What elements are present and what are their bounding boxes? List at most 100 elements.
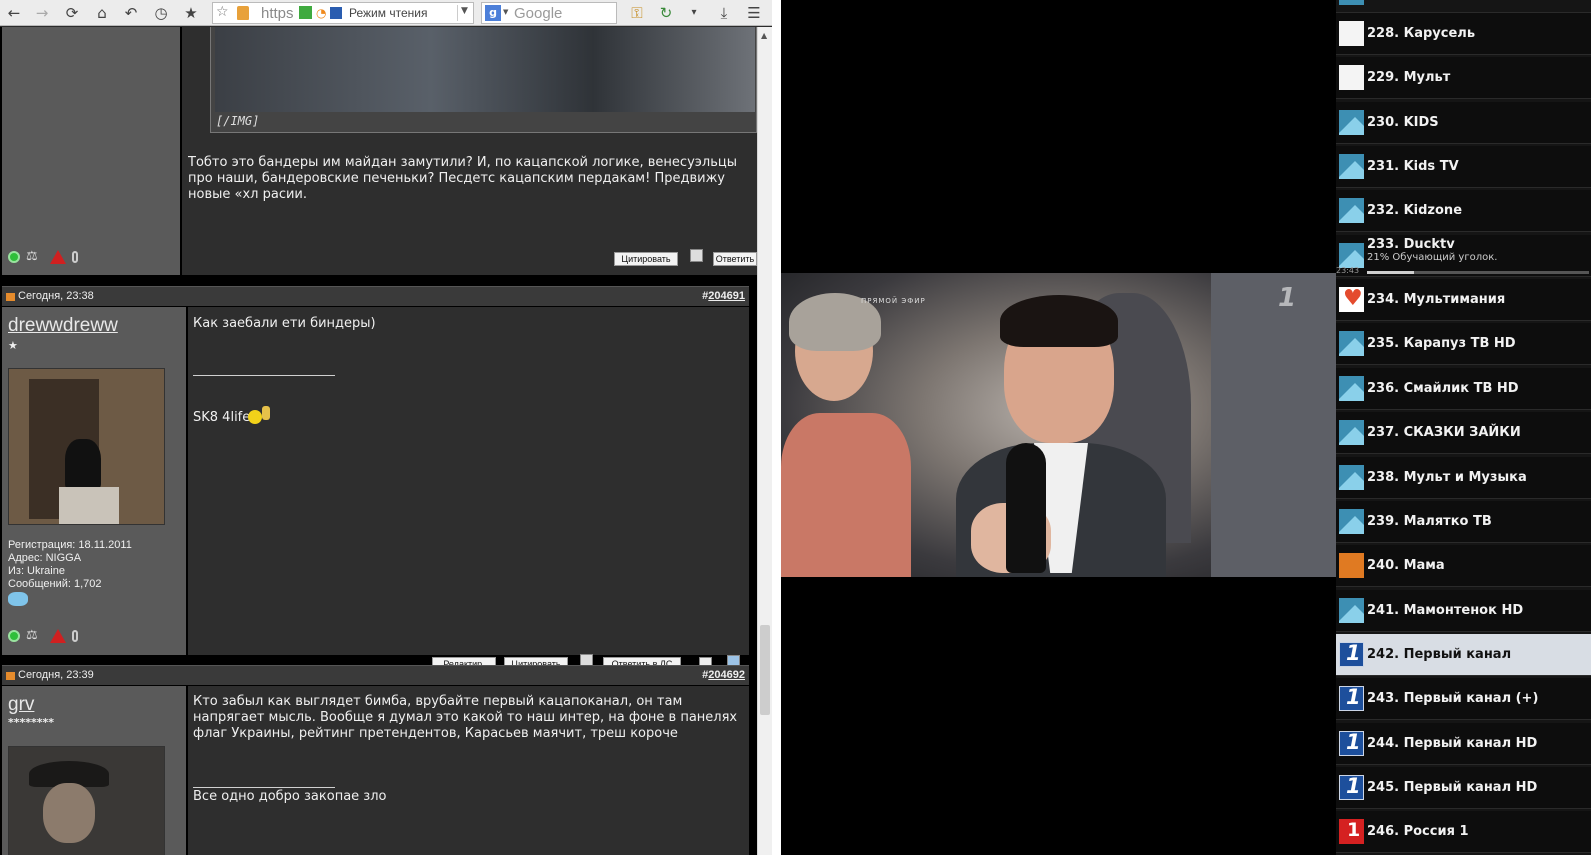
attachment-icon: [72, 630, 78, 642]
reputation-icon[interactable]: ⚖: [26, 250, 44, 264]
user-panel: drewwdreww ★ Регистрация: 18.11.2011 Адр…: [2, 307, 186, 655]
channel-item[interactable]: 234. Мультимания: [1336, 279, 1591, 322]
channel-name: 245. Первый канал HD: [1367, 779, 1538, 795]
channel-logo-icon: [1339, 553, 1364, 579]
reload-icon[interactable]: ⟳: [61, 3, 83, 23]
channel-item[interactable]: 243. Первый канал (+): [1336, 678, 1591, 721]
signature-text: SK8 4life: [193, 410, 251, 425]
history-icon[interactable]: ◷: [150, 3, 172, 23]
avatar[interactable]: [8, 368, 165, 525]
avatar[interactable]: [8, 746, 165, 855]
program-progress-fill: [1367, 270, 1414, 274]
download-icon[interactable]: ⤓: [713, 3, 735, 23]
channel-item[interactable]: 238. Мульт и Музыка: [1336, 456, 1591, 499]
scrollbar-thumb[interactable]: [760, 625, 770, 715]
background-person: [1211, 273, 1336, 577]
channel-item[interactable]: 230. KIDS: [1336, 101, 1591, 144]
post-header: Сегодня, 23:38 #204691: [2, 286, 749, 306]
signature-divider: [193, 787, 335, 788]
address-bar[interactable]: ☆ https ◔ Режим чтения ▼: [212, 2, 474, 24]
post-text: Кто забыл как выглядет бимба, врубайте п…: [193, 694, 738, 741]
back-icon[interactable]: ←: [3, 3, 25, 23]
menu-dropdown-icon[interactable]: ▾: [683, 3, 705, 23]
sync-icon[interactable]: ↻: [655, 3, 677, 23]
channel-item[interactable]: 228. Карусель: [1336, 13, 1591, 55]
addon-icon[interactable]: [299, 6, 312, 19]
reader-mode-label[interactable]: Режим чтения: [349, 6, 427, 20]
rock-hand-icon: [262, 406, 270, 420]
user-rank-stars: ********: [8, 716, 55, 729]
channel-one-logo-icon: 1: [1278, 283, 1297, 313]
search-engine-dropdown-icon[interactable]: ▼: [503, 8, 508, 16]
skype-icon[interactable]: [8, 592, 28, 606]
channel-name: 244. Первый канал HD: [1367, 735, 1538, 751]
tv-player[interactable]: ПРЯМОЙ ЭФИР 1: [781, 0, 1336, 855]
channel-item[interactable]: 236. Смайлик ТВ HD: [1336, 367, 1591, 410]
post-body: Как заебали ети биндеры) SK8 4life: [188, 307, 749, 655]
channel-item[interactable]: 244. Первый канал HD: [1336, 722, 1591, 765]
username[interactable]: drewwdreww: [8, 315, 118, 337]
channel-item[interactable]: 239. Малятко ТВ: [1336, 500, 1591, 543]
channel-name: 228. Карусель: [1367, 26, 1476, 41]
screen: ← → ⟳ ⌂ ↶ ◷ ★ ☆ https ◔ Режим чтения ▼ g…: [0, 0, 1591, 855]
user-info: Регистрация: 18.11.2011 Адрес: NIGGA Из:…: [8, 539, 132, 591]
post-number[interactable]: #204691: [702, 290, 745, 302]
channel-item[interactable]: 237. СКАЗКИ ЗАЙКИ: [1336, 412, 1591, 455]
report-icon[interactable]: [50, 629, 66, 643]
report-icon[interactable]: [50, 250, 66, 264]
program-progress-bar: [1367, 270, 1589, 274]
channel-item[interactable]: 246. Россия 1: [1336, 811, 1591, 854]
post-status-icon: [6, 672, 15, 680]
channel-name: 246. Россия 1: [1367, 824, 1469, 840]
channel-name: 234. Мультимания: [1367, 292, 1506, 308]
channel-item[interactable]: 245. Первый канал HD: [1336, 766, 1591, 809]
channel-item[interactable]: 242. Первый канал: [1336, 633, 1591, 676]
channel-item[interactable]: 232. Kidzone: [1336, 190, 1591, 233]
reply-button[interactable]: Ответить: [713, 252, 757, 266]
channel-item[interactable]: 229. Мульт: [1336, 57, 1591, 100]
channel-list[interactable]: 228. Карусель 229. Мульт 230. KIDS 231. Kid…: [1336, 0, 1591, 855]
channel-item[interactable]: 233. Ducktv 21% Обучающий уголок. 23:43: [1336, 234, 1591, 277]
key-icon[interactable]: ⚿: [626, 3, 648, 23]
scroll-up-icon[interactable]: ▲: [761, 31, 767, 40]
channel-name: 237. СКАЗКИ ЗАЙКИ: [1367, 425, 1521, 441]
hamburger-menu-icon[interactable]: ☰: [743, 3, 765, 23]
channel-item[interactable]: 231. Kids TV: [1336, 146, 1591, 189]
channel-logo-icon: [1339, 21, 1364, 46]
bookmark-page-icon[interactable]: ☆: [216, 4, 229, 20]
undo-icon[interactable]: ↶: [120, 3, 142, 23]
reader-mode-icon[interactable]: [330, 7, 342, 19]
channel-logo: [1339, 0, 1364, 5]
post-number[interactable]: #204692: [702, 669, 745, 681]
channel-item[interactable]: 235. Карапуз ТВ HD: [1336, 323, 1591, 366]
user-rank-stars: ★: [8, 339, 19, 352]
vertical-scrollbar[interactable]: ▲: [757, 27, 772, 855]
rss-icon[interactable]: ◔: [316, 6, 326, 20]
forward-icon[interactable]: →: [31, 3, 53, 23]
home-icon[interactable]: ⌂: [91, 3, 113, 23]
search-input[interactable]: g ▼ Google: [481, 2, 617, 24]
channel-logo-icon: [1339, 242, 1364, 268]
signature-text: Все одно добро закопае зло: [193, 789, 387, 804]
attachment-icon: [72, 251, 78, 263]
channel-item[interactable]: 241. Мамонтенок HD: [1336, 589, 1591, 632]
search-placeholder: Google: [514, 5, 563, 22]
bookmarks-star-icon[interactable]: ★: [180, 3, 202, 23]
channel-name: 243. Первый канал (+): [1367, 691, 1539, 707]
channel-name: 239. Малятко ТВ: [1367, 513, 1492, 529]
post-icons: ⚖: [8, 250, 78, 264]
reputation-icon[interactable]: ⚖: [26, 629, 44, 643]
username[interactable]: grv: [8, 694, 34, 716]
chevron-down-icon[interactable]: ▼: [461, 6, 468, 16]
cat-icon: [65, 439, 101, 489]
channel-name: 233. Ducktv: [1367, 236, 1455, 252]
channel-logo-icon: [1339, 774, 1364, 800]
channel-logo-icon: [1339, 508, 1364, 534]
quote-button[interactable]: Цитировать: [614, 252, 678, 266]
url-text[interactable]: https: [261, 5, 294, 22]
google-icon: g: [485, 5, 501, 21]
multiquote-icon[interactable]: [690, 249, 703, 262]
video-frame[interactable]: ПРЯМОЙ ЭФИР 1: [781, 273, 1336, 577]
channel-item[interactable]: 240. Мама: [1336, 545, 1591, 588]
channel-name: 231. Kids TV: [1367, 159, 1459, 175]
